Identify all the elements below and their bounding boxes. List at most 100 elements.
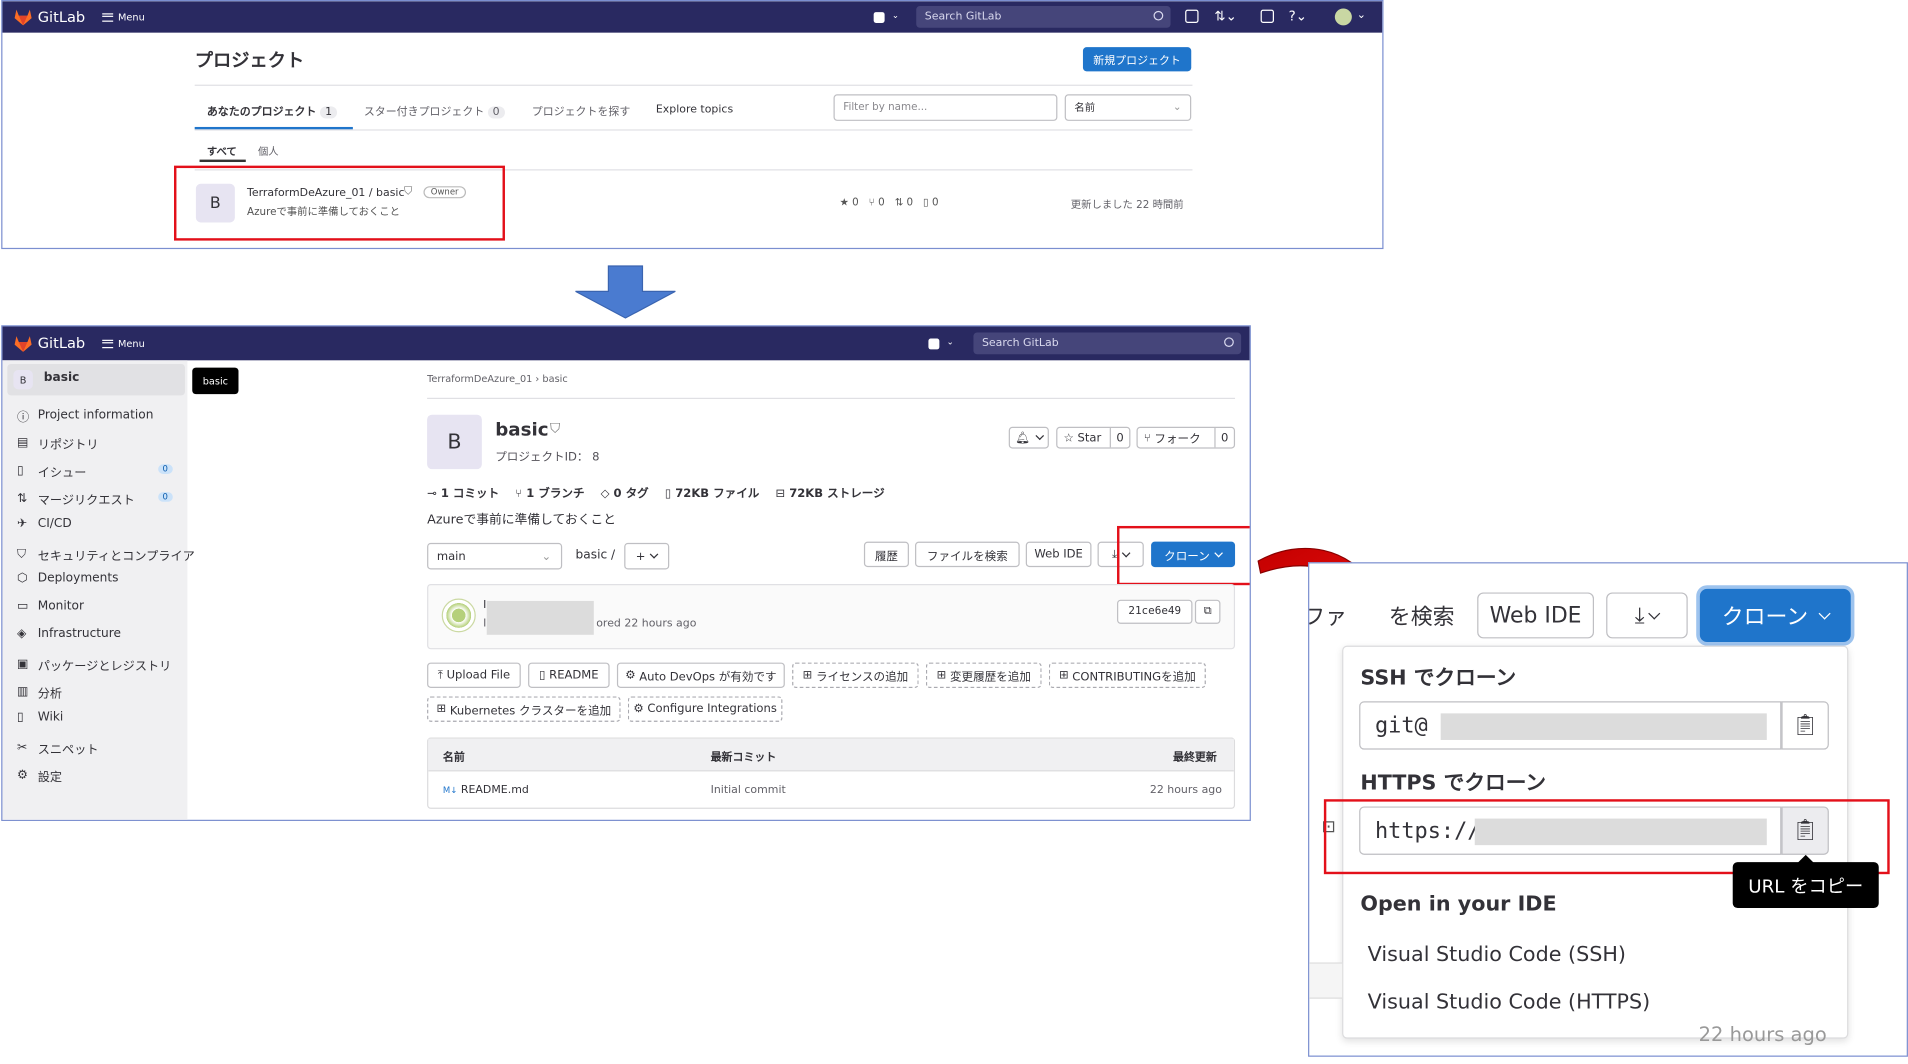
repo-path: basic /	[575, 548, 616, 563]
project-stats: ★ 0 ⑂ 0 ⇅ 0 ▯ 0	[839, 197, 939, 210]
sidebar-item-label: Wiki	[37, 710, 64, 725]
gitlab-logo[interactable]: GitLab	[13, 8, 85, 26]
plus-square-icon[interactable]	[928, 338, 940, 350]
add-license-button[interactable]: ⊞ ライセンスの追加	[792, 662, 919, 688]
markdown-icon: M↓	[442, 785, 458, 796]
fork-icon: ⑂	[868, 197, 875, 210]
clone-button[interactable]: クローン	[1699, 588, 1851, 643]
hamburger-icon	[102, 12, 114, 22]
shield-icon: ⛉	[549, 420, 561, 437]
breadcrumb: TerraformDeAzure_01 › basic	[427, 373, 568, 385]
project-page-panel: GitLab Menu ⌄ Search GitLab B basic ⓘ Pro…	[1, 325, 1251, 821]
copy-ssh-button[interactable]: 📋︎	[1781, 701, 1829, 750]
vscode-ssh-option[interactable]: Visual Studio Code (SSH)	[1368, 943, 1626, 967]
table-row-name[interactable]: M↓ README.md	[443, 785, 529, 797]
history-button[interactable]: 履歴	[863, 541, 909, 568]
add-changelog-button[interactable]: ⊞ 変更履歴を追加	[925, 662, 1042, 688]
sidebar-item-10[interactable]: ▥ 分析	[17, 683, 62, 702]
sidebar-item-1[interactable]: ▤ リポジトリ	[17, 434, 99, 452]
sidebar-item-2[interactable]: ▯ イシュー	[17, 462, 86, 480]
breadcrumb-group[interactable]: TerraformDeAzure_01	[427, 374, 532, 385]
find-file-button-partial[interactable]: ファ を検索	[1309, 600, 1454, 631]
sidebar-item-8[interactable]: ◈ Infrastructure	[17, 628, 121, 641]
tab-your-projects[interactable]: あなたのプロジェクト 1	[207, 103, 337, 119]
menu-label: Menu	[118, 337, 145, 349]
table-row-updated: 22 hours ago	[1149, 784, 1222, 797]
sidebar-item-label: イシュー	[37, 466, 87, 480]
search-input[interactable]: Search GitLab	[973, 332, 1242, 355]
tags-link[interactable]: 0 タグ	[614, 487, 649, 500]
new-dropdown-chevron-icon[interactable]: ⌄	[947, 337, 954, 347]
tab-starred[interactable]: スター付きプロジェクト 0	[364, 103, 505, 119]
sidebar-item-0[interactable]: ⓘ Project information	[17, 406, 154, 425]
divider	[194, 129, 1193, 131]
sidebar-item-label: 設定	[37, 771, 63, 785]
sidebar-item-9[interactable]: ▣ パッケージとレジストリ	[17, 655, 172, 674]
user-chevron-icon[interactable]: ⌄	[1357, 10, 1366, 22]
user-avatar[interactable]	[1334, 8, 1352, 26]
subtab-personal[interactable]: 個人	[258, 144, 279, 158]
new-dropdown-chevron-icon[interactable]: ⌄	[892, 11, 899, 21]
subtab-all[interactable]: すべて	[207, 144, 237, 158]
search-placeholder: Search GitLab	[981, 337, 1059, 350]
branch-select[interactable]: main ⌄	[427, 542, 563, 570]
sidebar-project-header[interactable]: B basic	[7, 363, 185, 396]
commits-link[interactable]: 1 コミット	[441, 487, 499, 500]
https-clone-title: HTTPS でクローン	[1360, 771, 1547, 796]
filter-input[interactable]: Filter by name...	[833, 94, 1058, 121]
issues-nav-icon[interactable]	[1185, 9, 1199, 23]
notification-dropdown[interactable]: 🔔︎	[1008, 426, 1049, 449]
find-file-button[interactable]: ファイルを検索	[915, 541, 1020, 568]
sidebar-item-3[interactable]: ⇅ マージリクエスト	[17, 489, 135, 508]
project-description: Azureで事前に準備しておくこと	[427, 512, 617, 528]
sidebar-item-11[interactable]: ▯ Wiki	[17, 711, 63, 724]
sidebar-item-12[interactable]: ✂ スニペット	[17, 739, 99, 757]
sidebar-item-7[interactable]: ▭ Monitor	[17, 600, 84, 613]
table-row-commit[interactable]: Initial commit	[711, 785, 786, 797]
search-input[interactable]: Search GitLab	[916, 6, 1171, 28]
clone-dropdown-zoom-panel: ファ を検索 Web IDE ⤓ クローン ⊡ 22 hours ago SSH…	[1308, 562, 1908, 1057]
tab-explore-topics[interactable]: Explore topics	[656, 104, 733, 116]
sidebar-item-label: パッケージとレジストリ	[37, 660, 172, 674]
hamburger-icon	[102, 339, 114, 348]
sidebar-item-13[interactable]: ⚙ 設定	[17, 766, 63, 785]
auto-devops-button[interactable]: ⚙ Auto DevOps が有効です	[616, 662, 785, 688]
commit-author-avatar[interactable]	[441, 598, 476, 633]
new-project-button[interactable]: 新規プロジェクト	[1082, 47, 1192, 72]
menu-button[interactable]: Menu	[102, 11, 145, 22]
menu-button[interactable]: Menu	[102, 338, 145, 349]
sort-select[interactable]: 名前 ⌄	[1064, 94, 1192, 121]
readme-button[interactable]: ▯ README	[528, 662, 610, 688]
configure-integrations-button[interactable]: ⚙ Configure Integrations	[627, 696, 783, 722]
plus-square-icon[interactable]	[873, 12, 885, 23]
add-dropdown[interactable]: +	[624, 542, 670, 570]
gitlab-logo[interactable]: GitLab	[13, 335, 85, 352]
sort-chevron-icon: ⌄	[1172, 101, 1182, 114]
upload-file-button[interactable]: ⤒ Upload File	[427, 662, 521, 688]
web-ide-button[interactable]: Web IDE	[1025, 541, 1092, 568]
header-last-commit: 最新コミット	[710, 752, 777, 765]
download-dropdown[interactable]: ⤓	[1606, 592, 1688, 639]
sidebar-item-5[interactable]: ⛉ セキュリティとコンプライア	[17, 545, 195, 563]
commit-sha[interactable]: 21ce6e49	[1117, 599, 1193, 624]
copy-sha-button[interactable]: ⧉	[1194, 599, 1221, 624]
add-kubernetes-button[interactable]: ⊞ Kubernetes クラスターを追加	[427, 696, 621, 722]
todo-nav-icon[interactable]	[1260, 9, 1274, 23]
merge-request-nav-icon[interactable]: ⇅⌄	[1214, 8, 1236, 24]
download-icon: ⤓	[1634, 602, 1645, 629]
sidebar-item-6[interactable]: ⬡ Deployments	[17, 572, 118, 585]
branches-link[interactable]: 1 ブランチ	[526, 487, 584, 500]
vscode-https-option[interactable]: Visual Studio Code (HTTPS)	[1368, 990, 1651, 1014]
sidebar-item-label: Project information	[37, 408, 154, 422]
breadcrumb-project[interactable]: basic	[542, 374, 567, 385]
sidebar-item-label: スニペット	[37, 743, 99, 757]
web-ide-button[interactable]: Web IDE	[1477, 592, 1595, 639]
add-contributing-button[interactable]: ⊞ CONTRIBUTINGを追加	[1048, 662, 1206, 688]
snippet-icon: ✂	[17, 740, 28, 755]
storage-icon: ⊟	[775, 487, 786, 501]
help-icon[interactable]: ?⌄	[1289, 8, 1307, 24]
tab-explore[interactable]: プロジェクトを探す	[532, 103, 631, 118]
fork-button[interactable]: ⑂ フォーク 0	[1136, 426, 1236, 449]
sidebar-item-4[interactable]: ✈ CI/CD	[17, 517, 72, 530]
star-button[interactable]: ☆ Star 0	[1056, 426, 1131, 449]
